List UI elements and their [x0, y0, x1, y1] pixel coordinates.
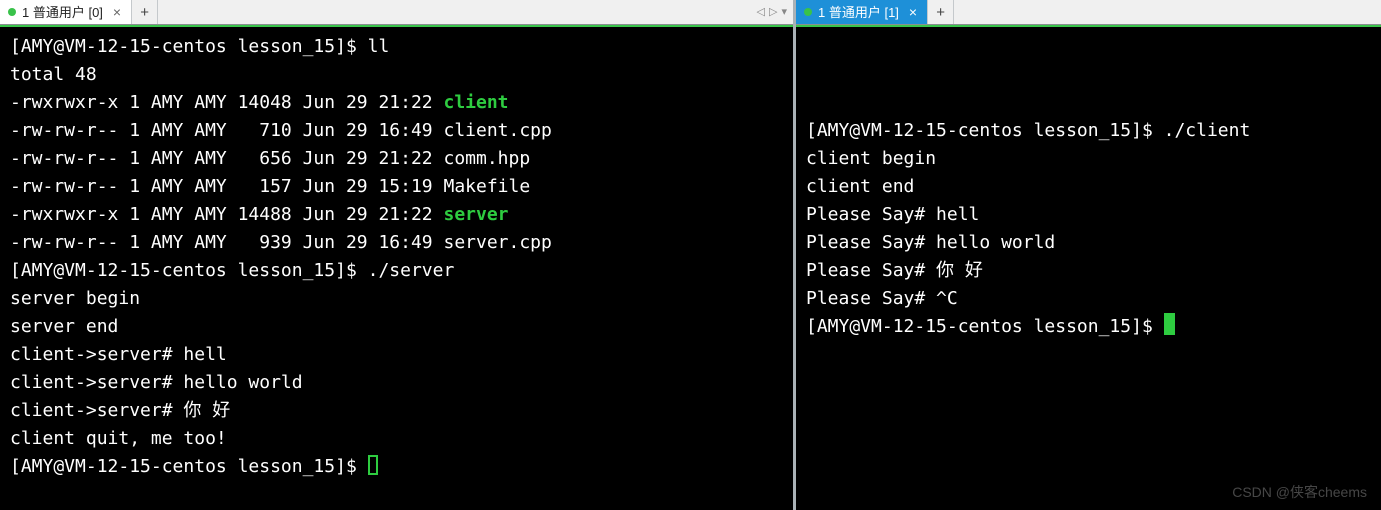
- terminal-line: Please Say# 你 好: [806, 257, 1371, 285]
- terminal-line: server begin: [10, 285, 783, 313]
- ls-meta: -rw-rw-r-- 1 AMY AMY 939 Jun 29 16:49: [10, 232, 443, 253]
- tab-prev-icon[interactable]: ◁: [757, 0, 765, 25]
- split-container: 1 普通用户 [0] × + ◁ ▷ ▾ [AMY@VM-12-15-cento…: [0, 0, 1381, 510]
- terminal-line: Please Say# hello world: [806, 229, 1371, 257]
- new-tab-button[interactable]: +: [928, 0, 954, 24]
- tabbar-spacer: [158, 0, 750, 24]
- ls-filename: server: [443, 204, 508, 225]
- terminal-line: Please Say# hell: [806, 201, 1371, 229]
- left-tabbar: 1 普通用户 [0] × + ◁ ▷ ▾: [0, 0, 793, 25]
- new-tab-button[interactable]: +: [132, 0, 158, 24]
- prompt-text: [AMY@VM-12-15-centos lesson_15]$: [806, 120, 1164, 141]
- right-tabbar: 1 普通用户 [1] × +: [796, 0, 1381, 25]
- ls-meta: -rwxrwxr-x 1 AMY AMY 14488 Jun 29 21:22: [10, 204, 443, 225]
- ls-meta: -rw-rw-r-- 1 AMY AMY 157 Jun 29 15:19: [10, 176, 443, 197]
- terminal-line: client->server# hello world: [10, 369, 783, 397]
- ls-filename: comm.hpp: [443, 148, 530, 169]
- tab-title: 1 普通用户 [1]: [818, 0, 899, 25]
- prompt-text: [AMY@VM-12-15-centos lesson_15]$: [10, 456, 368, 477]
- cursor-icon: [1164, 313, 1175, 335]
- ls-filename: server.cpp: [443, 232, 551, 253]
- terminal-line: client end: [806, 173, 1371, 201]
- terminal-line: [AMY@VM-12-15-centos lesson_15]$ ./clien…: [806, 117, 1371, 145]
- close-icon[interactable]: ×: [113, 5, 121, 19]
- terminal-line: client quit, me too!: [10, 425, 783, 453]
- prompt-text: [AMY@VM-12-15-centos lesson_15]$: [806, 316, 1164, 337]
- terminal-line: -rwxrwxr-x 1 AMY AMY 14048 Jun 29 21:22 …: [10, 89, 783, 117]
- left-terminal[interactable]: [AMY@VM-12-15-centos lesson_15]$ lltotal…: [0, 25, 793, 510]
- terminal-line: [AMY@VM-12-15-centos lesson_15]$ ./serve…: [10, 257, 783, 285]
- terminal-line: client->server# hell: [10, 341, 783, 369]
- ls-meta: -rwxrwxr-x 1 AMY AMY 14048 Jun 29 21:22: [10, 92, 443, 113]
- tab-next-icon[interactable]: ▷: [769, 0, 777, 25]
- tab-title: 1 普通用户 [0]: [22, 0, 103, 25]
- left-tab-0[interactable]: 1 普通用户 [0] ×: [0, 0, 132, 24]
- terminal-line: Please Say# ^C: [806, 285, 1371, 313]
- ls-meta: -rw-rw-r-- 1 AMY AMY 656 Jun 29 21:22: [10, 148, 443, 169]
- terminal-line: [AMY@VM-12-15-centos lesson_15]$: [806, 313, 1371, 341]
- command-text: ./server: [368, 260, 455, 281]
- terminal-line: -rw-rw-r-- 1 AMY AMY 656 Jun 29 21:22 co…: [10, 145, 783, 173]
- command-text: ll: [368, 36, 390, 57]
- tab-nav: ◁ ▷ ▾: [751, 0, 793, 24]
- terminal-line: client begin: [806, 145, 1371, 173]
- ls-filename: Makefile: [443, 176, 530, 197]
- status-dot-icon: [8, 8, 16, 16]
- terminal-line: -rw-rw-r-- 1 AMY AMY 157 Jun 29 15:19 Ma…: [10, 173, 783, 201]
- ls-filename: client.cpp: [443, 120, 551, 141]
- terminal-line: client->server# 你 好: [10, 397, 783, 425]
- tab-menu-icon[interactable]: ▾: [781, 0, 787, 25]
- ls-meta: -rw-rw-r-- 1 AMY AMY 710 Jun 29 16:49: [10, 120, 443, 141]
- ls-filename: client: [443, 92, 508, 113]
- terminal-line: [AMY@VM-12-15-centos lesson_15]$ ll: [10, 33, 783, 61]
- close-icon[interactable]: ×: [909, 5, 917, 19]
- terminal-line: [AMY@VM-12-15-centos lesson_15]$: [10, 453, 783, 481]
- status-dot-icon: [804, 8, 812, 16]
- right-terminal[interactable]: CSDN @侠客cheems [AMY@VM-12-15-centos less…: [796, 25, 1381, 510]
- terminal-line: -rwxrwxr-x 1 AMY AMY 14488 Jun 29 21:22 …: [10, 201, 783, 229]
- terminal-line: -rw-rw-r-- 1 AMY AMY 710 Jun 29 16:49 cl…: [10, 117, 783, 145]
- terminal-line: -rw-rw-r-- 1 AMY AMY 939 Jun 29 16:49 se…: [10, 229, 783, 257]
- command-text: ./client: [1164, 120, 1251, 141]
- left-pane: 1 普通用户 [0] × + ◁ ▷ ▾ [AMY@VM-12-15-cento…: [0, 0, 793, 510]
- prompt-text: [AMY@VM-12-15-centos lesson_15]$: [10, 36, 368, 57]
- right-tab-0[interactable]: 1 普通用户 [1] ×: [796, 0, 928, 24]
- tabbar-spacer: [954, 0, 1381, 24]
- watermark-text: CSDN @侠客cheems: [1232, 482, 1367, 502]
- prompt-text: [AMY@VM-12-15-centos lesson_15]$: [10, 260, 368, 281]
- terminal-line: server end: [10, 313, 783, 341]
- terminal-line: total 48: [10, 61, 783, 89]
- cursor-icon: [368, 455, 378, 475]
- right-pane: 1 普通用户 [1] × + CSDN @侠客cheems [AMY@VM-12…: [796, 0, 1381, 510]
